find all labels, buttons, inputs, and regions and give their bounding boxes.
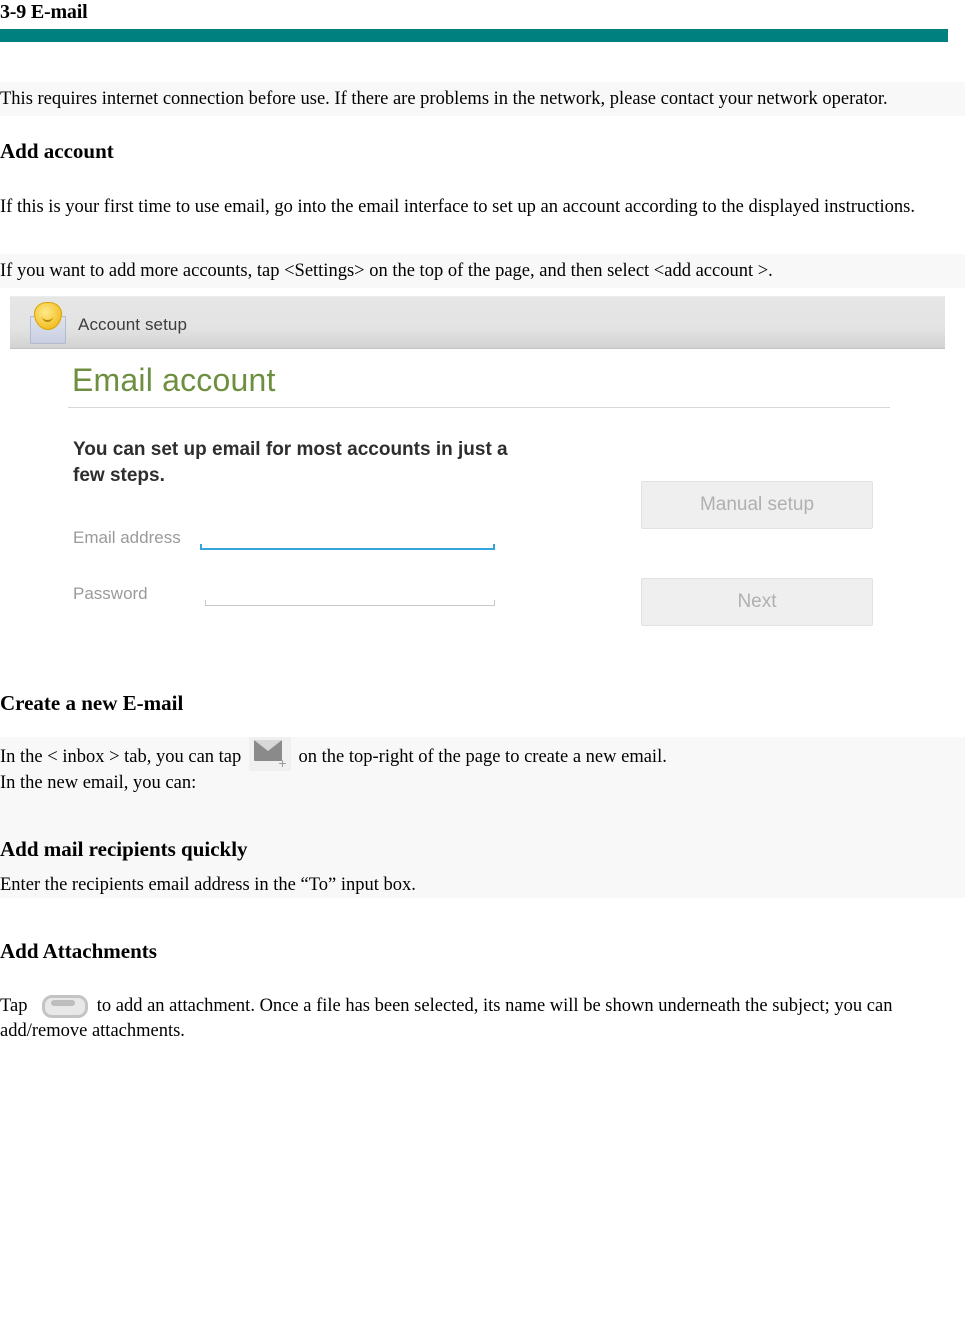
add-attachments-paragraph: Tap to add an attachment. Once a file ha… (0, 991, 965, 1044)
email-address-label: Email address (73, 528, 181, 547)
field-tick-right (494, 600, 495, 606)
intro-paragraph: This requires internet connection before… (0, 89, 888, 109)
create-email-line-1: In the < inbox > tab, you can tap + on t… (0, 737, 965, 771)
attachments-text-before: Tap (0, 996, 28, 1016)
field-tick-right (493, 544, 495, 550)
next-button[interactable]: Next (641, 578, 873, 626)
field-tick-left (200, 544, 202, 550)
screenshot-titlebar: Account setup (10, 296, 945, 349)
screenshot-page-heading: Email account (72, 362, 276, 398)
create-email-text-before: In the < inbox > tab, you can tap (0, 747, 242, 767)
heading-add-recipients: Add mail recipients quickly (0, 837, 248, 861)
email-address-input[interactable] (200, 544, 495, 550)
field-tick-left (205, 600, 206, 606)
heading-add-attachments: Add Attachments (0, 939, 157, 963)
attachment-clip-icon (38, 991, 89, 1018)
compose-mail-icon: + (248, 737, 291, 771)
password-input[interactable] (205, 600, 495, 606)
envelope-flap (253, 740, 282, 751)
title-accent-rule (0, 29, 948, 42)
password-label: Password (73, 584, 148, 603)
screenshot-titlebar-label: Account setup (78, 315, 188, 334)
attachments-text-after: to add an attachment. Once a file has be… (0, 996, 893, 1041)
title-rule-wrap (0, 24, 965, 42)
document-page: 3-9 E-mail This requires internet connec… (0, 0, 965, 1318)
screenshot-divider (68, 407, 890, 408)
create-email-text-after: on the top-right of the page to create a… (298, 747, 667, 767)
create-email-band: In the < inbox > tab, you can tap + on t… (0, 737, 965, 898)
add-account-paragraph-1: If this is your first time to use email,… (0, 197, 916, 217)
intro-band: This requires internet connection before… (0, 82, 965, 116)
plus-badge: + (278, 755, 287, 771)
add-account-band: If you want to add more accounts, tap <S… (0, 254, 965, 288)
email-setup-icon (28, 302, 68, 346)
heading-create-new-email: Create a new E-mail (0, 691, 184, 715)
add-recipients-paragraph: Enter the recipients email address in th… (0, 875, 416, 895)
account-setup-screenshot: Account setup Email account You can set … (0, 290, 945, 690)
add-account-paragraph-2: If you want to add more accounts, tap <S… (0, 261, 773, 281)
create-email-line-2: In the new email, you can: (0, 773, 197, 793)
manual-setup-button[interactable]: Manual setup (641, 481, 873, 529)
clip-outer (42, 995, 89, 1018)
heading-add-account: Add account (0, 139, 114, 163)
clip-inner (51, 1000, 76, 1006)
page-title: 3-9 E-mail (0, 1, 88, 23)
screenshot-blurb: You can set up email for most accounts i… (73, 439, 508, 486)
